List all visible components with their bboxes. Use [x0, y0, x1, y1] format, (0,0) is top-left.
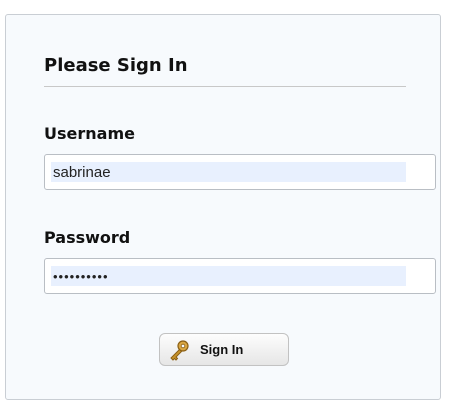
key-icon: [168, 339, 190, 361]
sign-in-button[interactable]: Sign In: [159, 333, 289, 366]
page-title: Please Sign In: [44, 55, 188, 76]
password-input[interactable]: [51, 266, 406, 286]
sign-in-panel: Please Sign In Username Password Sign In: [5, 14, 441, 400]
username-input[interactable]: [51, 162, 406, 182]
title-divider: [44, 86, 406, 87]
password-field-container: [44, 258, 436, 294]
username-label: Username: [44, 124, 135, 143]
sign-in-button-label: Sign In: [200, 342, 244, 357]
password-label: Password: [44, 228, 131, 247]
username-field-container: [44, 154, 436, 190]
